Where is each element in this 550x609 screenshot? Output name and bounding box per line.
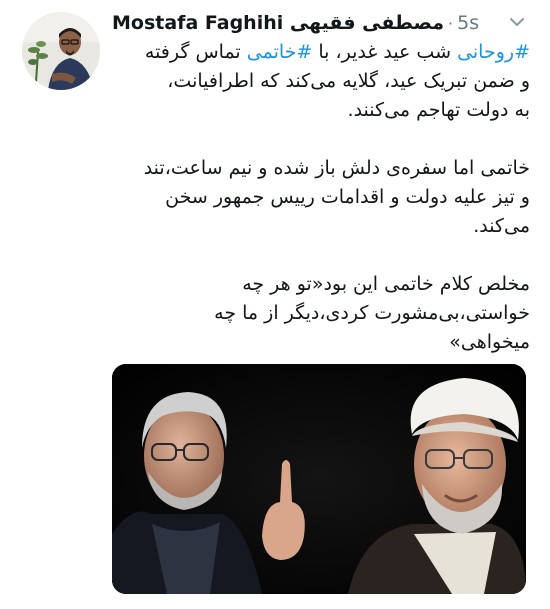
- text-line: میخواهی»: [449, 331, 530, 353]
- timestamp[interactable]: 5s: [457, 12, 479, 34]
- hashtag-link[interactable]: #خاتمی: [247, 41, 313, 63]
- avatar-image: [22, 12, 100, 90]
- text-line: می‌کند.: [473, 215, 530, 237]
- hashtag-link[interactable]: #روحانی: [457, 41, 530, 63]
- avatar[interactable]: [22, 12, 100, 90]
- text-line: خاتمی اما سفره‌ی دلش باز شده و نیم ساعت،…: [143, 157, 530, 179]
- text-line: #روحانی شب عید غدیر، با #خاتمی تماس گرفت…: [112, 38, 530, 67]
- text-line: و تیز علیه دولت و اقدامات رییس جمهور سخن: [165, 186, 530, 208]
- tweet: Mostafa Faghihi مصطفی فقیهی · 5s #روحانی…: [0, 0, 550, 609]
- chevron-down-icon[interactable]: [508, 14, 526, 28]
- display-name-fa: مصطفی فقیهی: [289, 12, 445, 34]
- text-line: مخلص کلام خاتمی این بود«تو هر چه: [242, 273, 530, 295]
- text-segment: تماس گرفته: [144, 41, 247, 63]
- separator: ·: [448, 13, 454, 33]
- media-photo[interactable]: [112, 364, 526, 594]
- paragraph-1: #روحانی شب عید غدیر، با #خاتمی تماس گرفت…: [112, 38, 530, 125]
- text-segment: شب عید غدیر، با: [312, 41, 458, 63]
- tweet-text: #روحانی شب عید غدیر، با #خاتمی تماس گرفت…: [112, 38, 530, 357]
- display-name-en: Mostafa Faghihi: [112, 12, 284, 34]
- text-line: و ضمن تبریک عید، گلایه می‌کند که اطرافیا…: [167, 70, 530, 92]
- display-name[interactable]: Mostafa Faghihi مصطفی فقیهی: [112, 12, 444, 34]
- paragraph-2: خاتمی اما سفره‌ی دلش باز شده و نیم ساعت،…: [112, 154, 530, 241]
- text-line: به دولت تهاجم می‌کنند.: [347, 99, 530, 121]
- photo-image: [112, 364, 526, 594]
- paragraph-3: مخلص کلام خاتمی این بود«تو هر چه خواستی،…: [112, 270, 530, 357]
- text-line: خواستی،بی‌مشورت کردی،دیگر از ما چه: [214, 302, 530, 324]
- tweet-header: Mostafa Faghihi مصطفی فقیهی · 5s: [112, 8, 479, 38]
